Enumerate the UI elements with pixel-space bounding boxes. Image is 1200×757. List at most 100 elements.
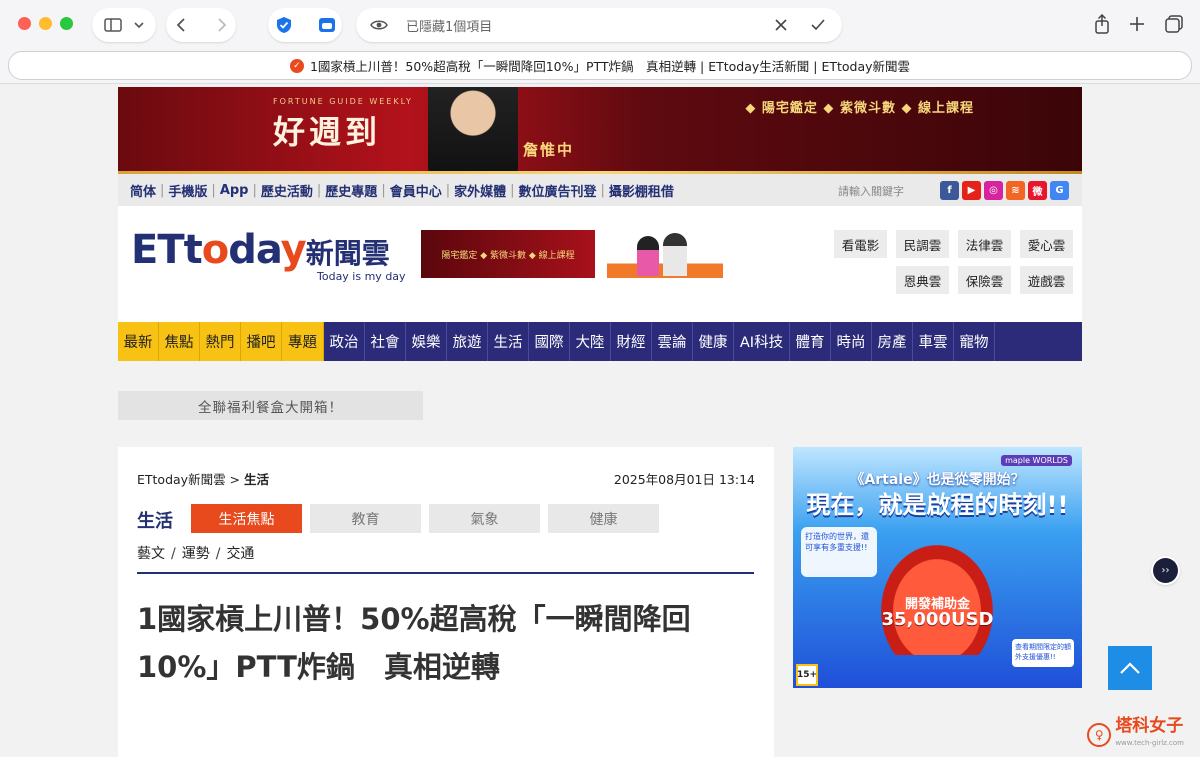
- tab-weather[interactable]: 氣象: [429, 504, 540, 533]
- close-icon[interactable]: [774, 18, 788, 32]
- breadcrumb-category[interactable]: 生活: [244, 472, 269, 487]
- ettoday-favicon-icon: ✓: [289, 58, 304, 73]
- sidebar-icon: [104, 18, 122, 32]
- sidebar-toggle-button[interactable]: [92, 8, 156, 42]
- back-icon[interactable]: [176, 18, 186, 32]
- toolbar-right: [1094, 14, 1184, 34]
- cloud-links: 看電影 民調雲 法律雲 愛心雲 恩典雲 保險雲 遊戲雲: [834, 230, 1073, 294]
- nav-entertainment[interactable]: 娛樂: [406, 322, 447, 361]
- watermark: ♀ 塔科女子 www.tech-girlz.com: [1087, 718, 1184, 752]
- nav-sports[interactable]: 體育: [790, 322, 831, 361]
- watermark-name: 塔科女子: [1115, 716, 1184, 736]
- address-text: 已隱藏1個項目: [406, 19, 493, 35]
- nav-link-simplified[interactable]: 简体: [130, 181, 156, 200]
- tab-health[interactable]: 健康: [548, 504, 659, 533]
- browser-toolbar: 已隱藏1個項目 ✓ 1國家槓上川普！50%超高稅「一瞬間降回10%」PTT炸鍋 …: [0, 0, 1200, 84]
- google-news-icon[interactable]: G: [1050, 181, 1069, 200]
- nav-fashion[interactable]: 時尚: [831, 322, 872, 361]
- sublink-traffic[interactable]: 交通: [226, 546, 254, 562]
- webpage: FORTUNE GUIDE WEEKLY 好週到 詹惟中 ◆ 陽宅鑑定 ◆ 紫微…: [118, 87, 1082, 757]
- instagram-icon[interactable]: ◎: [984, 181, 1003, 200]
- tab-education[interactable]: 教育: [310, 504, 421, 533]
- nav-realestate[interactable]: 房產: [872, 322, 913, 361]
- tab-title: 1國家槓上川普！50%超高稅「一瞬間降回10%」PTT炸鍋 真相逆轉 | ETt…: [309, 59, 911, 74]
- nav-link-mobile[interactable]: 手機版: [168, 181, 207, 200]
- share-icon[interactable]: [1094, 14, 1110, 34]
- banner-title: 好週到: [273, 113, 382, 151]
- search-input[interactable]: 請輸入關鍵字: [838, 183, 904, 199]
- nav-life[interactable]: 生活: [488, 322, 529, 361]
- cloud-link-charity[interactable]: 愛心雲: [1020, 230, 1073, 258]
- nav-international[interactable]: 國際: [529, 322, 570, 361]
- cloud-link-law[interactable]: 法律雲: [958, 230, 1011, 258]
- close-window-button[interactable]: [18, 17, 31, 30]
- nav-finance[interactable]: 財經: [611, 322, 652, 361]
- breadcrumb-home[interactable]: ETtoday新聞雲 >: [137, 472, 240, 487]
- forward-icon[interactable]: [217, 18, 227, 32]
- utility-nav: 简体 | 手機版 | App | 歷史活動 | 歷史專題 | 會員中心 | 家外媒體 | 數位…: [118, 174, 1082, 206]
- cloud-spacer: [834, 266, 887, 294]
- nav-travel[interactable]: 旅遊: [447, 322, 488, 361]
- nav-hot[interactable]: 熱門: [200, 322, 241, 361]
- nav-link-ads[interactable]: 數位廣告刊登: [519, 181, 597, 200]
- nav-focus[interactable]: 焦點: [159, 322, 200, 361]
- new-tab-icon[interactable]: [1128, 14, 1146, 34]
- nav-link-app[interactable]: App: [220, 183, 249, 198]
- rss-icon[interactable]: ≋: [1006, 181, 1025, 200]
- tab-overview-icon[interactable]: [1164, 14, 1184, 34]
- checkmark-icon[interactable]: [810, 18, 826, 32]
- window-controls: [18, 17, 73, 30]
- youtube-icon[interactable]: ▶: [962, 181, 981, 200]
- ad-card-left: 打造你的世界，還可享有多重支援!!: [801, 527, 877, 577]
- header-ad-fortune[interactable]: 陽宅鑑定 ◆ 紫微斗數 ◆ 線上課程: [421, 230, 595, 278]
- nav-cars[interactable]: 車雲: [913, 322, 954, 361]
- chevron-down-icon[interactable]: [134, 21, 144, 29]
- nav-link-events[interactable]: 歷史活動: [261, 181, 313, 200]
- ad-card-right: 查看期間限定的額外支援優惠!!: [1012, 639, 1074, 667]
- minimize-window-button[interactable]: [39, 17, 52, 30]
- active-tab[interactable]: ✓ 1國家槓上川普！50%超高稅「一瞬間降回10%」PTT炸鍋 真相逆轉 | E…: [8, 51, 1192, 80]
- cloud-link-game[interactable]: 遊戲雲: [1020, 266, 1073, 294]
- extensions-group: [268, 8, 342, 42]
- nav-politics[interactable]: 政治: [324, 322, 365, 361]
- promo-link[interactable]: 全聯福利餐盒大開箱！: [118, 391, 423, 420]
- article-panel: ETtoday新聞雲 > 生活 2025年08月01日 13:14 生活 生活焦…: [118, 447, 774, 757]
- address-bar[interactable]: 已隱藏1個項目: [356, 8, 842, 42]
- extension-icon[interactable]: [318, 16, 336, 34]
- floating-extension-button[interactable]: ››: [1153, 558, 1178, 583]
- maximize-window-button[interactable]: [60, 17, 73, 30]
- sidebar-ad[interactable]: maple WORLDS 《Artale》也是從零開始？ 現在，就是啟程的時刻!…: [793, 447, 1082, 688]
- nav-special[interactable]: 專題: [282, 322, 324, 361]
- banner-portrait: [428, 87, 518, 174]
- sublink-arts[interactable]: 藝文: [137, 546, 165, 562]
- nav-link-member[interactable]: 會員中心: [390, 181, 442, 200]
- tab-life-focus[interactable]: 生活焦點: [191, 504, 302, 533]
- back-to-top-button[interactable]: [1108, 646, 1152, 690]
- watermark-site: www.tech-girlz.com: [1115, 739, 1184, 747]
- ettoday-logo[interactable]: ETtoday新聞雲 Today is my day: [131, 230, 406, 283]
- category-title: 生活: [137, 511, 173, 532]
- nav-link-topics[interactable]: 歷史專題: [325, 181, 377, 200]
- cloud-link-grace[interactable]: 恩典雲: [896, 266, 949, 294]
- shield-check-icon[interactable]: [275, 16, 293, 34]
- nav-link-studio[interactable]: 攝影棚租借: [609, 181, 674, 200]
- nav-link-outdoor-media[interactable]: 家外媒體: [454, 181, 506, 200]
- cloud-link-poll[interactable]: 民調雲: [896, 230, 949, 258]
- top-banner-ad[interactable]: FORTUNE GUIDE WEEKLY 好週到 詹惟中 ◆ 陽宅鑑定 ◆ 紫微…: [118, 87, 1082, 174]
- nav-pets[interactable]: 寵物: [954, 322, 995, 361]
- article-headline: 1國家槓上川普！50%超高稅「一瞬間降回10%」PTT炸鍋 真相逆轉: [137, 602, 691, 684]
- nav-china[interactable]: 大陸: [570, 322, 611, 361]
- header-ad-hosts[interactable]: [607, 230, 723, 278]
- facebook-icon[interactable]: f: [940, 181, 959, 200]
- sublink-fortune[interactable]: 運勢: [182, 546, 210, 562]
- nav-podcast[interactable]: 播吧: [241, 322, 282, 361]
- weibo-icon[interactable]: 微: [1028, 181, 1047, 200]
- cloud-link-movie[interactable]: 看電影: [834, 230, 887, 258]
- nav-opinion[interactable]: 雲論: [652, 322, 693, 361]
- nav-ai-tech[interactable]: AI科技: [734, 322, 790, 361]
- nav-health[interactable]: 健康: [693, 322, 734, 361]
- nav-society[interactable]: 社會: [365, 322, 406, 361]
- nav-latest[interactable]: 最新: [118, 322, 159, 361]
- section-divider: [137, 572, 754, 574]
- cloud-link-insurance[interactable]: 保險雲: [958, 266, 1011, 294]
